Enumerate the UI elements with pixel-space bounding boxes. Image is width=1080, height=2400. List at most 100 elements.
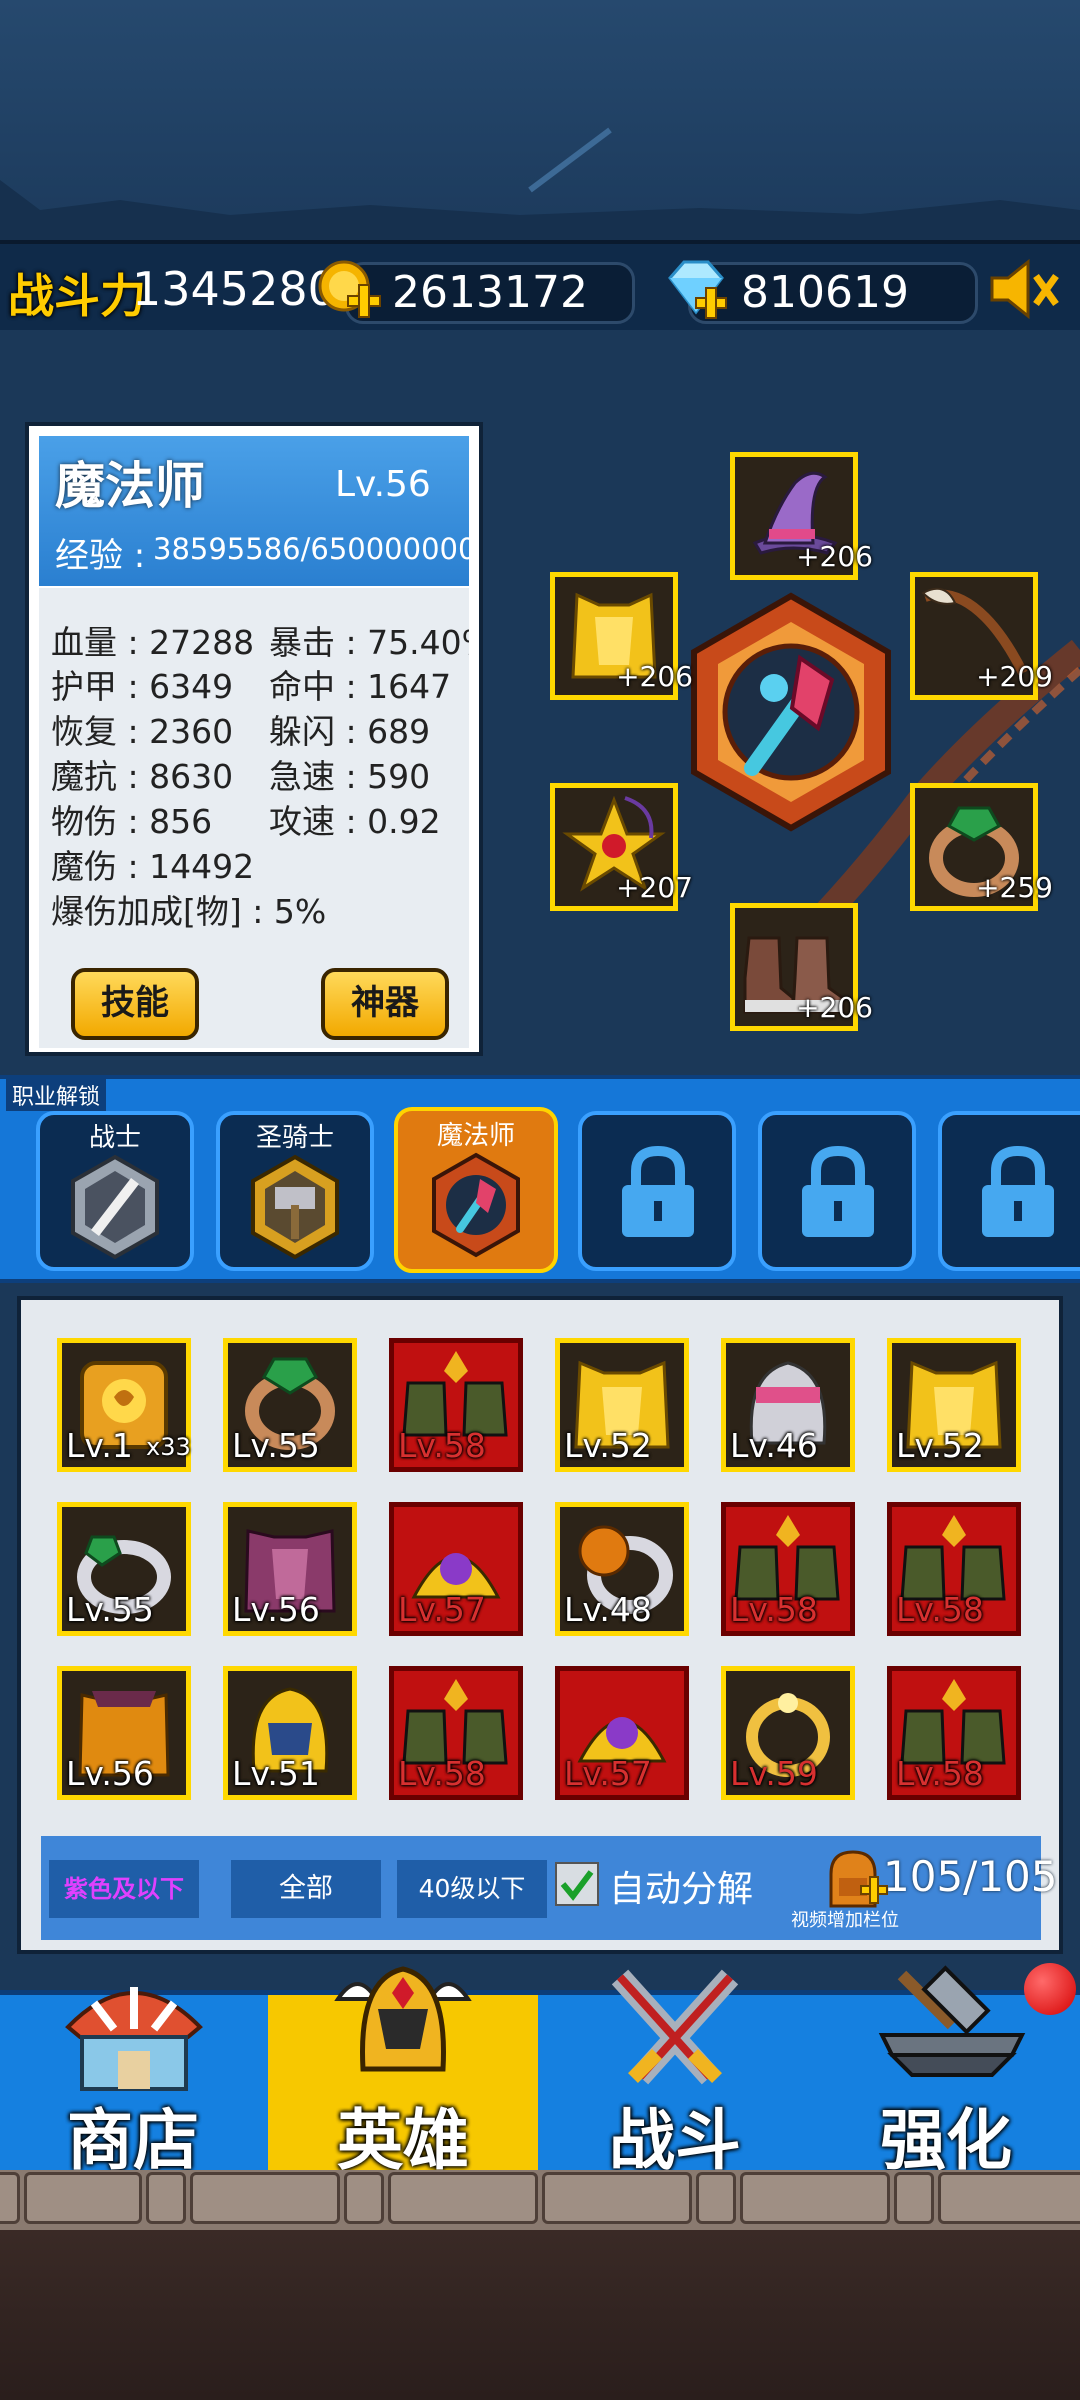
- item-level: Lv.58: [398, 1754, 486, 1793]
- inventory-item[interactable]: Lv.55: [57, 1502, 191, 1636]
- combat-power-value: 1345280: [132, 262, 337, 316]
- crossed-swords-icon: [611, 1969, 739, 2085]
- bottom-nav: 商店 英雄 战斗 强化: [0, 1963, 1080, 2179]
- item-level: Lv.51: [232, 1754, 320, 1793]
- equip-slot-amulet[interactable]: +207: [550, 783, 693, 911]
- rock-texture-icon: [0, 127, 1080, 240]
- add-gem-button[interactable]: [662, 256, 730, 324]
- class-tab-paladin[interactable]: 圣骑士: [216, 1111, 374, 1271]
- auto-decompose-label: 自动分解: [609, 1869, 754, 1910]
- filter-level-button[interactable]: 40级以下: [397, 1860, 547, 1918]
- equip-slot-boots[interactable]: +206: [730, 903, 873, 1031]
- stat-dodge: 躲闪 : 689: [269, 712, 431, 751]
- inventory-item[interactable]: Lv.55: [223, 1338, 357, 1472]
- inventory-item[interactable]: Lv.58: [389, 1666, 523, 1800]
- armor-enhance-level: +206: [616, 660, 693, 693]
- artifact-button[interactable]: 神器: [321, 968, 449, 1040]
- stat-haste: 急速 : 590: [269, 757, 431, 796]
- nav-shop[interactable]: 商店: [0, 1987, 266, 2179]
- inventory-item[interactable]: Lv.52: [887, 1338, 1021, 1472]
- lock-icon: [802, 1145, 874, 1237]
- brick: [190, 2172, 340, 2224]
- filter-purple-button[interactable]: 紫色及以下: [49, 1860, 199, 1918]
- class-tab-locked-1[interactable]: [578, 1111, 736, 1271]
- item-level: Lv.57: [398, 1590, 486, 1629]
- inventory-item[interactable]: Lv.46: [721, 1338, 855, 1472]
- nav-hero[interactable]: 英雄: [268, 1966, 538, 2179]
- item-level: Lv.48: [564, 1590, 652, 1629]
- hero-header: 魔法师 Lv.56 经验 : 38595586/650000000: [39, 436, 476, 586]
- brick: [696, 2172, 736, 2224]
- inventory-item[interactable]: Lv.58: [887, 1666, 1021, 1800]
- class-tab-mage[interactable]: 魔法师: [394, 1107, 558, 1273]
- hammer-emblem-icon: [251, 1154, 339, 1260]
- brick: [0, 2172, 20, 2224]
- lock-icon: [982, 1145, 1054, 1237]
- inventory-item[interactable]: Lv.48: [555, 1502, 689, 1636]
- inventory-item[interactable]: Lv.56: [57, 1666, 191, 1800]
- nav-battle-label: 战斗: [609, 2102, 741, 2179]
- class-tab-locked-3[interactable]: [938, 1111, 1080, 1271]
- item-level: Lv.58: [896, 1754, 984, 1793]
- brick: [938, 2172, 1080, 2224]
- item-level: Lv.55: [232, 1426, 320, 1465]
- brick: [24, 2172, 142, 2224]
- stat-regen: 恢复 : 2360: [51, 712, 234, 751]
- class-tab-label: 魔法师: [436, 1121, 515, 1151]
- lock-icon: [622, 1145, 694, 1237]
- mute-button[interactable]: [986, 254, 1062, 324]
- equip-slot-weapon[interactable]: +209: [910, 572, 1053, 700]
- inventory-item[interactable]: Lv.56: [223, 1502, 357, 1636]
- inventory-item[interactable]: Lv.59: [721, 1666, 855, 1800]
- winged-helmet-icon: [334, 1966, 472, 2072]
- item-stack-count: x33: [146, 1433, 191, 1461]
- nav-enhance[interactable]: 强化: [812, 1963, 1080, 2179]
- inventory-item[interactable]: Lv.57: [389, 1502, 523, 1636]
- brick: [146, 2172, 186, 2224]
- nav-battle[interactable]: 战斗: [540, 1969, 810, 2179]
- mage-staff-emblem-icon: [691, 592, 891, 832]
- equip-slot-hat[interactable]: +206: [730, 452, 873, 580]
- inventory-item[interactable]: Lv.58: [389, 1338, 523, 1472]
- item-level: Lv.58: [730, 1590, 818, 1629]
- class-tab-warrior[interactable]: 战士: [36, 1111, 194, 1271]
- stats-list: 血量 : 27288 暴击 : 75.40% 护甲 : 6349 命中 : 16…: [39, 588, 469, 1048]
- auto-decompose-checkbox[interactable]: [555, 1862, 599, 1906]
- hero-stats-panel: 魔法师 Lv.56 经验 : 38595586/650000000 血量 : 2…: [25, 422, 483, 1056]
- add-gold-button[interactable]: [318, 258, 382, 322]
- boots-enhance-level: +206: [796, 991, 873, 1024]
- item-level: Lv.55: [66, 1590, 154, 1629]
- gem-pill: 810619: [688, 262, 978, 324]
- item-level: Lv.52: [564, 1426, 652, 1465]
- brick: [388, 2172, 538, 2224]
- inventory-item[interactable]: Lv.1 x33: [57, 1338, 191, 1472]
- class-tab-label: 战士: [88, 1123, 141, 1153]
- inventory-item[interactable]: Lv.51: [223, 1666, 357, 1800]
- inventory-item[interactable]: Lv.57: [555, 1666, 689, 1800]
- item-level: Lv.46: [730, 1426, 818, 1465]
- nav-enhance-label: 强化: [880, 2102, 1012, 2179]
- brick: [894, 2172, 934, 2224]
- nav-shop-label: 商店: [67, 2102, 199, 2179]
- expand-capacity-button[interactable]: [819, 1844, 889, 1914]
- item-level: Lv.58: [398, 1426, 486, 1465]
- item-level: Lv.56: [66, 1754, 154, 1793]
- inventory-item[interactable]: Lv.58: [721, 1502, 855, 1636]
- skill-button[interactable]: 技能: [71, 968, 199, 1040]
- equip-slot-ring[interactable]: +259: [910, 783, 1053, 911]
- inventory-footer: 紫色及以下 全部 40级以下 自动分解 105/105 视频增加栏位: [41, 1836, 1057, 1940]
- equip-slot-armor[interactable]: +206: [550, 572, 693, 700]
- inventory-item[interactable]: Lv.58: [887, 1502, 1021, 1636]
- anvil-hammer-icon: [878, 1965, 1026, 2077]
- class-tab-locked-2[interactable]: [758, 1111, 916, 1271]
- stat-crit-bonus: 爆伤加成[物] : 5%: [51, 892, 327, 931]
- class-unlock-label: 职业解锁: [6, 1079, 107, 1111]
- item-level: Lv.56: [232, 1590, 320, 1629]
- capacity-hint: 视频增加栏位: [791, 1910, 899, 1931]
- combat-power-label: 战斗力: [8, 269, 146, 323]
- brick: [740, 2172, 890, 2224]
- inventory-item[interactable]: Lv.52: [555, 1338, 689, 1472]
- stat-attack-speed: 攻速 : 0.92: [269, 802, 441, 841]
- stat-physical-damage: 物伤 : 856: [51, 802, 213, 841]
- filter-all-button[interactable]: 全部: [231, 1860, 381, 1918]
